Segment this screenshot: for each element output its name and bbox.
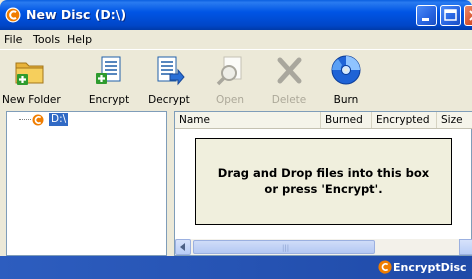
menu-tools[interactable]: Tools [33, 33, 60, 46]
menu-bar: File Tools Help [0, 30, 472, 49]
disc-icon [331, 55, 361, 85]
scroll-right-button[interactable] [459, 239, 472, 255]
horizontal-scrollbar[interactable]: ||| [175, 239, 472, 255]
tree-item-drive-d[interactable]: D:\ [49, 113, 69, 126]
open-button[interactable]: Open [208, 52, 252, 110]
tree-connector [19, 119, 31, 120]
menu-help[interactable]: Help [67, 33, 92, 46]
minimize-button[interactable] [416, 5, 437, 26]
close-icon [469, 10, 472, 21]
decrypt-document-icon [157, 56, 185, 86]
decrypt-label: Decrypt [148, 94, 190, 106]
burn-button[interactable]: Burn [323, 52, 369, 110]
window-title: New Disc (D:\) [26, 7, 127, 22]
maximize-button[interactable] [440, 5, 461, 26]
burn-label: Burn [333, 94, 359, 106]
column-name[interactable]: Name [175, 112, 321, 128]
scroll-thumb[interactable]: ||| [193, 240, 375, 254]
new-folder-button[interactable]: New Folder [2, 52, 61, 110]
encrypt-document-icon [96, 56, 121, 84]
scroll-left-button[interactable] [175, 239, 191, 255]
folder-tree[interactable]: D:\ [6, 111, 167, 256]
magnifier-icon [216, 56, 242, 86]
encryptdisc-mark-icon [378, 260, 392, 274]
brand-text: EncryptDisc [393, 261, 467, 274]
list-header: Name Burned Encrypted Size [175, 112, 472, 129]
drive-logo-icon [31, 113, 45, 127]
drop-zone[interactable]: Drag and Drop files into this box or pre… [195, 138, 452, 225]
column-burned[interactable]: Burned [321, 112, 372, 128]
decrypt-button[interactable]: Decrypt [142, 52, 196, 110]
maximize-icon [444, 9, 457, 21]
scroll-grip: ||| [282, 244, 290, 252]
menu-file[interactable]: File [4, 33, 22, 46]
encrypt-button[interactable]: Encrypt [84, 52, 134, 110]
new-folder-label: New Folder [2, 94, 61, 106]
folder-add-icon [15, 62, 44, 85]
drop-hint-line2: or press 'Encrypt'. [264, 182, 383, 196]
title-bar[interactable]: New Disc (D:\) [0, 0, 472, 30]
app-window: New Disc (D:\) File Tools Help New Folde… [0, 0, 472, 279]
drop-hint-line1: Drag and Drop files into this box [217, 166, 430, 180]
delete-button[interactable]: Delete [265, 52, 313, 110]
column-size[interactable]: Size [437, 112, 472, 128]
column-encrypted[interactable]: Encrypted [372, 112, 437, 128]
encrypt-label: Encrypt [88, 94, 130, 106]
brand-banner: EncryptDisc [0, 256, 472, 279]
delete-x-icon [277, 57, 302, 84]
open-label: Open [215, 94, 245, 106]
encryptdisc-logo-icon [5, 7, 21, 23]
close-button[interactable] [464, 5, 472, 26]
file-list[interactable]: Name Burned Encrypted Size Drag and Drop… [174, 111, 472, 256]
delete-label: Delete [271, 94, 307, 106]
minimize-icon [422, 18, 429, 21]
toolbar: New Folder Encrypt Decrypt Open Delete B… [0, 49, 472, 111]
